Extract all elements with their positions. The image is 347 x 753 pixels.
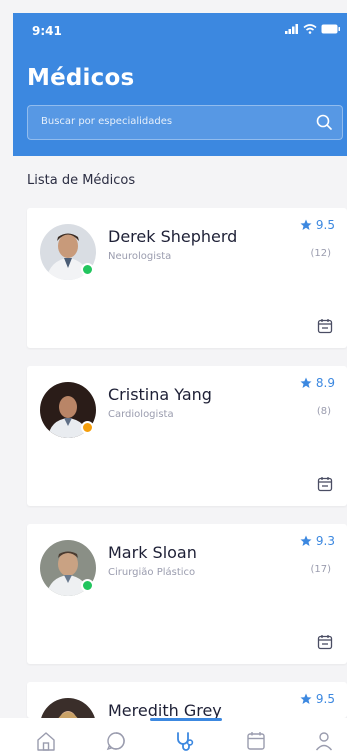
- rating-value: 9.5: [315, 218, 335, 232]
- calendar-icon[interactable]: [245, 730, 267, 752]
- doctor-card[interactable]: Derek Shepherd Neurologista 9.5 (12): [27, 208, 347, 348]
- doctor-rating: 9.3: [300, 534, 335, 548]
- calendar-icon[interactable]: [317, 476, 333, 492]
- star-icon: [300, 535, 312, 546]
- profile-icon[interactable]: [313, 730, 335, 752]
- rating-value: 8.9: [315, 376, 335, 390]
- home-icon[interactable]: [35, 730, 57, 752]
- doctor-specialty: Neurologista: [108, 251, 172, 262]
- online-status-indicator: [81, 579, 94, 592]
- page-title: Médicos: [27, 65, 135, 91]
- away-status-indicator: [81, 421, 94, 434]
- rating-value: 9.3: [315, 534, 335, 548]
- doctor-name: Derek Shepherd: [108, 227, 238, 246]
- online-status-indicator: [81, 263, 94, 276]
- star-icon: [300, 219, 312, 230]
- status-icons: [285, 24, 341, 34]
- doctor-rating: 9.5: [300, 692, 335, 706]
- avatar: [40, 698, 96, 718]
- battery-icon: [321, 24, 340, 34]
- search-placeholder: Buscar por especialidades: [41, 116, 173, 127]
- status-bar: 9:41: [13, 13, 347, 51]
- review-count: (12): [310, 248, 331, 259]
- section-title: Lista de Médicos: [27, 173, 136, 188]
- doctor-specialty: Cirurgião Plástico: [108, 567, 196, 578]
- status-time: 9:41: [32, 24, 62, 38]
- doctor-card[interactable]: Cristina Yang Cardiologista 8.9 (8): [27, 366, 347, 506]
- doctor-rating: 8.9: [300, 376, 335, 390]
- stethoscope-icon[interactable]: [174, 730, 196, 752]
- chat-icon[interactable]: [105, 730, 127, 752]
- doctor-card[interactable]: Meredith Grey 9.5: [27, 682, 347, 718]
- review-count: (8): [316, 406, 331, 417]
- star-icon: [300, 377, 312, 388]
- doctor-name: Mark Sloan: [108, 543, 197, 562]
- doctor-rating: 9.5: [300, 218, 335, 232]
- signal-icon: [285, 24, 298, 34]
- search-icon[interactable]: [315, 113, 333, 131]
- doctor-specialty: Cardiologista: [108, 409, 174, 420]
- active-tab-indicator: [150, 718, 222, 721]
- doctor-name: Cristina Yang: [108, 385, 212, 404]
- review-count: (17): [310, 564, 331, 575]
- doctor-card[interactable]: Mark Sloan Cirurgião Plástico 9.3 (17): [27, 524, 347, 664]
- search-input[interactable]: Buscar por especialidades: [27, 105, 343, 140]
- bottom-tab-bar: [0, 718, 347, 753]
- calendar-icon[interactable]: [317, 634, 333, 650]
- rating-value: 9.5: [315, 692, 335, 706]
- header: 9:41 Médicos Buscar por especialidades: [13, 13, 347, 156]
- doctor-name: Meredith Grey: [108, 701, 222, 718]
- wifi-icon: [303, 24, 317, 34]
- star-icon: [300, 693, 312, 704]
- calendar-icon[interactable]: [317, 318, 333, 334]
